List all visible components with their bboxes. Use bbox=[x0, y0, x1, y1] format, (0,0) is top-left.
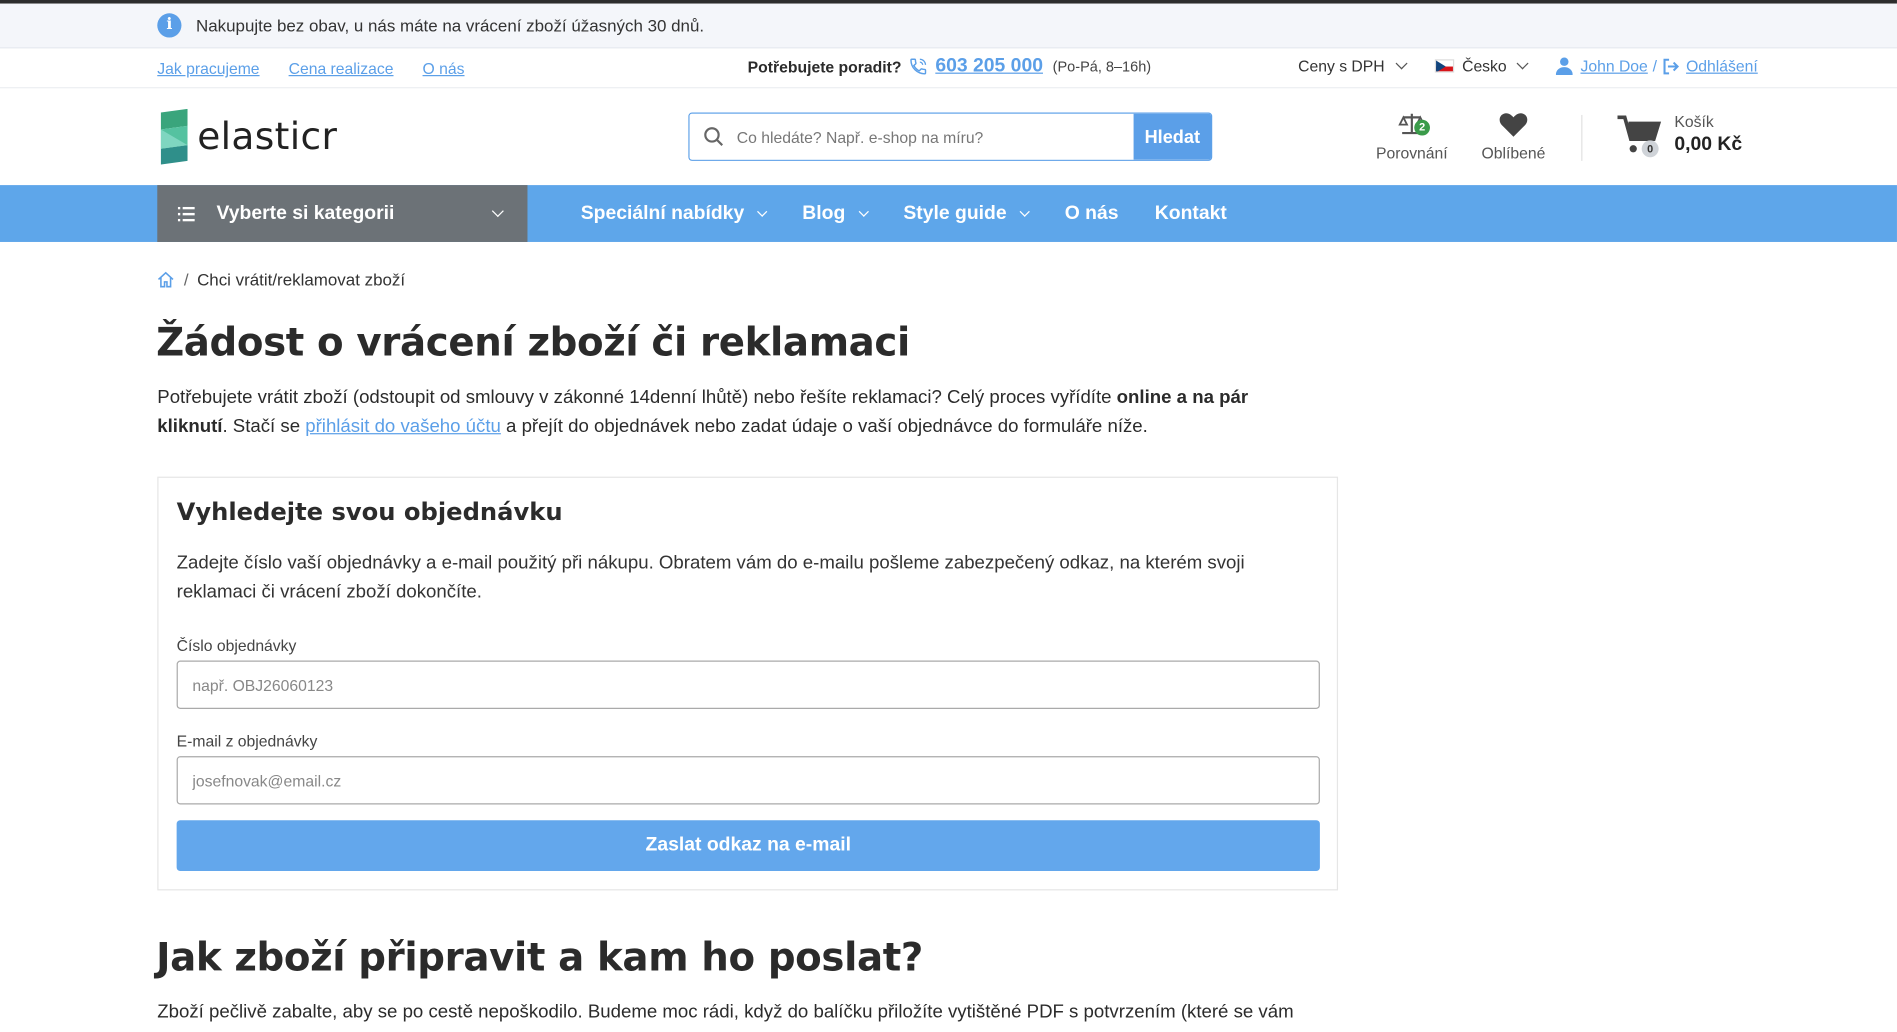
separator: / bbox=[1652, 56, 1658, 76]
intro-text: Potřebujete vrátit zboží (odstoupit od s… bbox=[157, 384, 1318, 442]
chevron-down-icon bbox=[757, 205, 768, 217]
nav-item-special-offers[interactable]: Speciální nabídky bbox=[580, 202, 768, 225]
favorites-label: Oblíbené bbox=[1481, 143, 1546, 163]
intro-part-3: a přejít do objednávek nebo zadat údaje … bbox=[500, 416, 1148, 437]
home-icon[interactable] bbox=[157, 271, 174, 288]
cart-button[interactable]: 0 Košík 0,00 Kč bbox=[1616, 113, 1742, 158]
nav-item-blog[interactable]: Blog bbox=[802, 202, 869, 225]
utility-right: Ceny s DPH Česko John Doe / Odhlášení bbox=[1298, 56, 1758, 76]
card-heading: Vyhledejte svou objednávku bbox=[176, 497, 563, 527]
nav-item-label: Kontakt bbox=[1154, 202, 1227, 224]
logo[interactable]: elasticr bbox=[158, 108, 338, 165]
send-link-button[interactable]: Zaslat odkaz na e-mail bbox=[176, 820, 1320, 872]
chevron-down-icon bbox=[1019, 205, 1030, 217]
nav-item-about[interactable]: O nás bbox=[1065, 203, 1119, 225]
cart-text: Košík 0,00 Kč bbox=[1674, 113, 1742, 157]
chevron-down-icon bbox=[1394, 57, 1407, 70]
nav-item-label: Blog bbox=[802, 202, 846, 224]
nav-items: Speciální nabídky Blog Style guide O nás… bbox=[581, 185, 1263, 242]
compare-label: Porovnání bbox=[1375, 143, 1448, 163]
phone-question: Potřebujete poradit? bbox=[747, 57, 902, 76]
info-icon: i bbox=[157, 13, 182, 38]
cart-count-badge: 0 bbox=[1641, 140, 1659, 158]
account-area: John Doe / Odhlášení bbox=[1556, 56, 1758, 76]
breadcrumb: / Chci vrátit/reklamovat zboží bbox=[157, 270, 405, 289]
order-number-label: Číslo objednávky bbox=[176, 636, 297, 655]
compare-button[interactable]: 2 Porovnání bbox=[1372, 110, 1452, 162]
search-bar: Hledat bbox=[688, 112, 1213, 161]
logo-mark-icon bbox=[160, 108, 188, 165]
intro-part-1: Potřebujete vrátit zboží (odstoupit od s… bbox=[157, 387, 1117, 408]
compare-count-badge: 2 bbox=[1414, 119, 1430, 136]
phone-contact: Potřebujete poradit? 603 205 000 (Po-Pá,… bbox=[748, 56, 1151, 78]
cart-total: 0,00 Kč bbox=[1674, 134, 1743, 155]
price-mode-label: Ceny s DPH bbox=[1298, 56, 1385, 76]
page-title: Žádost o vrácení zboží či reklamaci bbox=[156, 319, 910, 366]
util-link-about[interactable]: O nás bbox=[423, 59, 465, 77]
cart-icon-wrap: 0 bbox=[1616, 113, 1662, 158]
info-bar: i Nakupujte bez obav, u nás máte na vrác… bbox=[0, 3, 1897, 49]
card-description: Zadejte číslo vaší objednávky a e-mail p… bbox=[176, 552, 1245, 603]
header: elasticr Hledat 2 Porovnání Oblíbené bbox=[0, 88, 1897, 185]
nav-item-label: Style guide bbox=[903, 202, 1007, 224]
email-input[interactable] bbox=[177, 757, 1319, 804]
util-link-pricing[interactable]: Cena realizace bbox=[289, 59, 394, 77]
search-field bbox=[689, 113, 1134, 160]
header-divider bbox=[1581, 114, 1583, 161]
login-link[interactable]: přihlásit do vašeho účtu bbox=[305, 416, 501, 437]
nav-item-label: Speciální nabídky bbox=[580, 202, 745, 224]
chevron-down-icon bbox=[858, 205, 869, 217]
util-link-how-we-work[interactable]: Jak pracujeme bbox=[157, 59, 259, 77]
price-mode-select[interactable]: Ceny s DPH bbox=[1298, 56, 1407, 76]
country-label: Česko bbox=[1462, 56, 1507, 76]
nav-item-label: O nás bbox=[1064, 202, 1119, 224]
search-input[interactable] bbox=[736, 127, 1124, 146]
logout-link[interactable]: Odhlášení bbox=[1686, 57, 1758, 75]
category-menu-button[interactable]: Vyberte si kategorii bbox=[157, 185, 528, 242]
order-lookup-card: Vyhledejte svou objednávku Zadejte číslo… bbox=[157, 476, 1339, 891]
czech-flag-icon bbox=[1434, 59, 1454, 73]
phone-number-link[interactable]: 603 205 000 bbox=[935, 56, 1043, 78]
order-number-input[interactable] bbox=[177, 661, 1319, 708]
nav-item-contact[interactable]: Kontakt bbox=[1155, 203, 1227, 225]
phone-icon bbox=[910, 58, 927, 75]
user-icon bbox=[1556, 57, 1574, 76]
logout-icon bbox=[1663, 58, 1679, 74]
utility-links: Jak pracujeme Cena realizace O nás bbox=[157, 59, 464, 77]
logo-text: elasticr bbox=[197, 114, 338, 159]
list-menu-icon bbox=[177, 206, 195, 221]
chevron-down-icon bbox=[491, 205, 504, 218]
search-icon bbox=[704, 127, 724, 146]
chevron-down-icon bbox=[1517, 57, 1529, 70]
breadcrumb-current: Chci vrátit/reklamovat zboží bbox=[197, 269, 406, 290]
category-menu-label: Vyberte si kategorii bbox=[216, 202, 395, 224]
country-select[interactable]: Česko bbox=[1434, 56, 1529, 76]
heart-icon bbox=[1499, 113, 1528, 137]
intro-part-2: . Stačí se bbox=[222, 416, 306, 437]
order-number-field bbox=[176, 660, 1320, 709]
email-field bbox=[176, 756, 1320, 805]
user-name-link[interactable]: John Doe bbox=[1580, 57, 1647, 75]
search-button[interactable]: Hledat bbox=[1133, 113, 1212, 160]
nav-item-style-guide[interactable]: Style guide bbox=[903, 202, 1030, 225]
phone-hours: (Po-Pá, 8–16h) bbox=[1052, 58, 1152, 76]
info-text: Nakupujte bez obav, u nás máte na vrácen… bbox=[195, 15, 705, 36]
email-label: E-mail z objednávky bbox=[176, 731, 318, 751]
section-text: Zboží pečlivě zabalte, aby se po cestě n… bbox=[157, 1001, 1294, 1023]
section-title: Jak zboží připravit a kam ho poslat? bbox=[156, 933, 924, 980]
favorites-button[interactable]: Oblíbené bbox=[1477, 110, 1550, 162]
main-nav: Vyberte si kategorii Speciální nabídky B… bbox=[0, 185, 1897, 242]
breadcrumb-separator: / bbox=[183, 269, 189, 290]
utility-bar: Jak pracujeme Cena realizace O nás Potře… bbox=[0, 48, 1897, 89]
cart-label: Košík bbox=[1674, 112, 1714, 131]
